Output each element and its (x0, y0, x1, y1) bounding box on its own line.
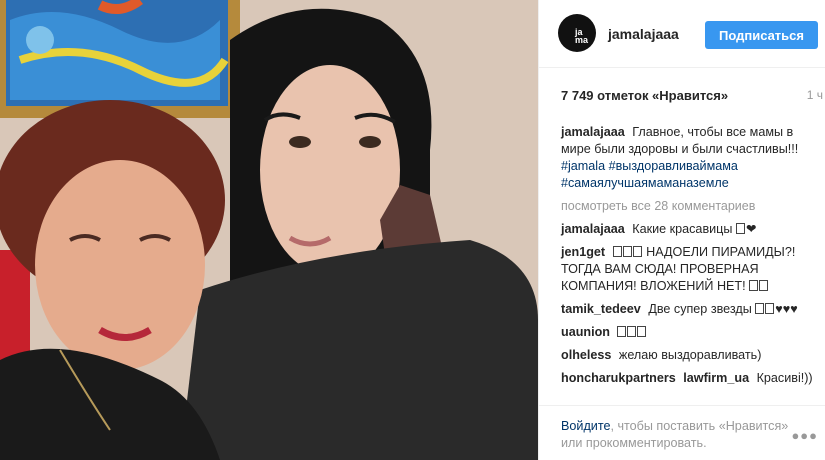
more-options-icon[interactable]: ●●● (791, 428, 818, 443)
comment-item: honcharukpartners lawfirm_ua Красиві!)) (561, 370, 813, 387)
post-time[interactable]: 1 ч (807, 88, 823, 102)
comment-suffix: ♥♥♥ (775, 302, 798, 316)
comment-author[interactable]: jamalajaaa (561, 222, 625, 236)
post-footer: Войдите, чтобы поставить «Нравится» или … (539, 405, 825, 460)
missing-glyph-icon (765, 303, 775, 314)
comment-text: желаю выздоравливать) (618, 348, 762, 362)
comment-author[interactable]: honcharukpartners (561, 371, 676, 385)
comment-suffix: ❤ (745, 222, 757, 236)
post-photo (0, 0, 538, 460)
comment-item: uaunion (561, 324, 813, 341)
username-link[interactable]: jamalajaaa (608, 26, 679, 42)
comment-item: tamik_tedeev Две супер звезды ♥♥♥ (561, 301, 813, 318)
comment-author[interactable]: olheless (561, 348, 611, 362)
missing-glyph-icon (749, 280, 759, 291)
comment-text: Какие красавицы (632, 222, 733, 236)
comment-text: Красиві!)) (756, 371, 813, 385)
missing-glyph-icon (617, 326, 627, 337)
comment-author[interactable]: jen1get (561, 245, 605, 259)
hashtag-link[interactable]: #jamala (561, 159, 605, 173)
selfie-illustration (0, 0, 538, 460)
missing-glyph-icon (755, 303, 765, 314)
caption: jamalajaaa Главное, чтобы все мамы в мир… (561, 124, 813, 192)
follow-button[interactable]: Подписаться (705, 21, 818, 49)
post-header: ja ma jamalajaaa Подписаться (539, 0, 825, 68)
comment-text: Две супер звезды (648, 302, 752, 316)
comment-item: olheless желаю выздоравливать) (561, 347, 813, 364)
likes-count[interactable]: 7 749 отметок «Нравится» (561, 88, 728, 103)
avatar[interactable]: ja ma (558, 14, 596, 52)
comment-author[interactable]: uaunion (561, 325, 610, 339)
hashtag-link[interactable]: #самаялучшаямаманаземле (561, 176, 729, 190)
comment-item: jen1get НАДОЕЛИ ПИРАМИДЫ?! ТОГДА ВАМ СЮД… (561, 244, 813, 295)
avatar-monogram: ja ma (575, 27, 589, 45)
view-all-comments-link[interactable]: посмотреть все 28 комментариев (561, 198, 813, 215)
comments-list: jamalajaaa Главное, чтобы все мамы в мир… (561, 124, 813, 393)
missing-glyph-icon (637, 326, 647, 337)
missing-glyph-icon (612, 246, 622, 257)
post-sidebar: ja ma jamalajaaa Подписаться 7 749 отмет… (538, 0, 825, 460)
comment-item: jamalajaaa Какие красавицы ❤ (561, 221, 813, 238)
missing-glyph-icon (735, 223, 745, 234)
missing-glyph-icon (622, 246, 632, 257)
comment-author[interactable]: tamik_tedeev (561, 302, 641, 316)
missing-glyph-icon (627, 326, 637, 337)
missing-glyph-icon (632, 246, 642, 257)
hashtag-link[interactable]: #выздоравливаймама (609, 159, 738, 173)
login-link[interactable]: Войдите (561, 419, 610, 433)
likes-row: 7 749 отметок «Нравится» 1 ч (561, 88, 823, 103)
comment-mention[interactable]: lawfirm_ua (683, 371, 749, 385)
missing-glyph-icon (759, 280, 769, 291)
caption-author[interactable]: jamalajaaa (561, 125, 625, 139)
login-prompt: Войдите, чтобы поставить «Нравится» или … (561, 418, 791, 452)
